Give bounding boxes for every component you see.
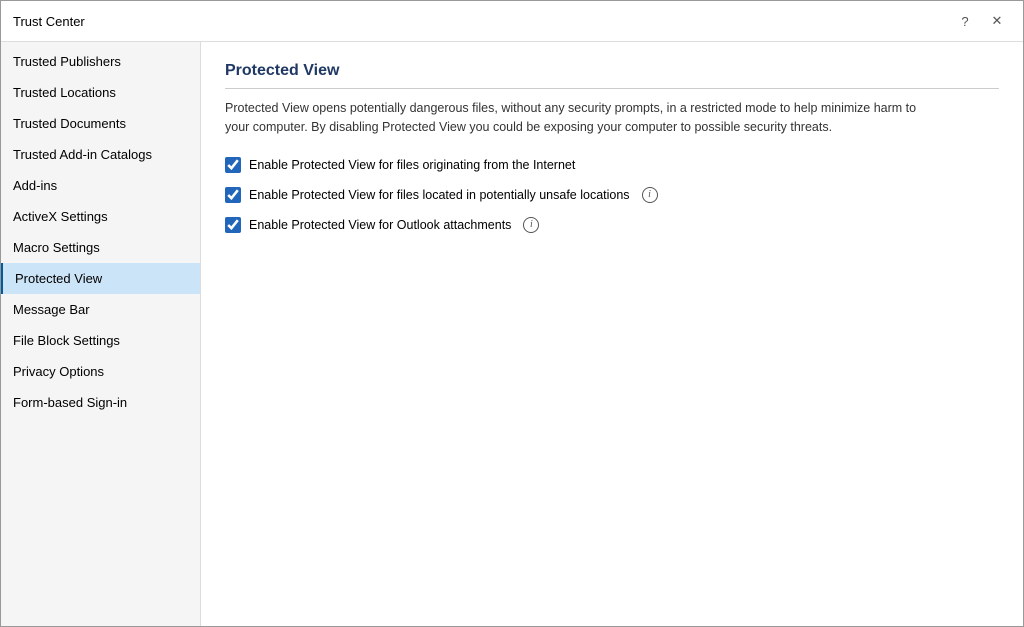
checkbox-item-cb-outlook: Enable Protected View for Outlook attach… xyxy=(225,217,999,233)
dialog-title: Trust Center xyxy=(13,14,85,29)
sidebar: Trusted PublishersTrusted LocationsTrust… xyxy=(1,42,201,626)
title-bar-controls: ? ✕ xyxy=(951,9,1011,33)
checkbox-item-cb-unsafe-locations: Enable Protected View for files located … xyxy=(225,187,999,203)
cb-unsafe-locations-info-icon[interactable]: i xyxy=(642,187,658,203)
section-title: Protected View xyxy=(225,62,999,89)
sidebar-item-form-based-sign-in[interactable]: Form-based Sign-in xyxy=(1,387,200,418)
checkbox-item-cb-internet: Enable Protected View for files originat… xyxy=(225,157,999,173)
cb-internet-checkbox[interactable] xyxy=(225,157,241,173)
close-button[interactable]: ✕ xyxy=(983,9,1011,33)
title-bar: Trust Center ? ✕ xyxy=(1,1,1023,42)
section-description: Protected View opens potentially dangero… xyxy=(225,99,925,137)
sidebar-item-trusted-locations[interactable]: Trusted Locations xyxy=(1,77,200,108)
trust-center-dialog: Trust Center ? ✕ Trusted PublishersTrust… xyxy=(0,0,1024,627)
sidebar-item-privacy-options[interactable]: Privacy Options xyxy=(1,356,200,387)
help-button[interactable]: ? xyxy=(951,9,979,33)
main-panel: Protected View Protected View opens pote… xyxy=(201,42,1023,626)
sidebar-item-add-ins[interactable]: Add-ins xyxy=(1,170,200,201)
cb-unsafe-locations-label: Enable Protected View for files located … xyxy=(249,188,630,202)
checkboxes-container: Enable Protected View for files originat… xyxy=(225,157,999,233)
dialog-content: Trusted PublishersTrusted LocationsTrust… xyxy=(1,42,1023,626)
cb-internet-label: Enable Protected View for files originat… xyxy=(249,158,575,172)
sidebar-item-protected-view[interactable]: Protected View xyxy=(1,263,200,294)
cb-outlook-label: Enable Protected View for Outlook attach… xyxy=(249,218,511,232)
sidebar-item-activex-settings[interactable]: ActiveX Settings xyxy=(1,201,200,232)
sidebar-item-trusted-documents[interactable]: Trusted Documents xyxy=(1,108,200,139)
cb-unsafe-locations-checkbox[interactable] xyxy=(225,187,241,203)
cb-outlook-checkbox[interactable] xyxy=(225,217,241,233)
sidebar-item-macro-settings[interactable]: Macro Settings xyxy=(1,232,200,263)
sidebar-item-trusted-publishers[interactable]: Trusted Publishers xyxy=(1,46,200,77)
cb-outlook-info-icon[interactable]: i xyxy=(523,217,539,233)
sidebar-item-trusted-add-in-catalogs[interactable]: Trusted Add-in Catalogs xyxy=(1,139,200,170)
sidebar-item-file-block-settings[interactable]: File Block Settings xyxy=(1,325,200,356)
sidebar-item-message-bar[interactable]: Message Bar xyxy=(1,294,200,325)
